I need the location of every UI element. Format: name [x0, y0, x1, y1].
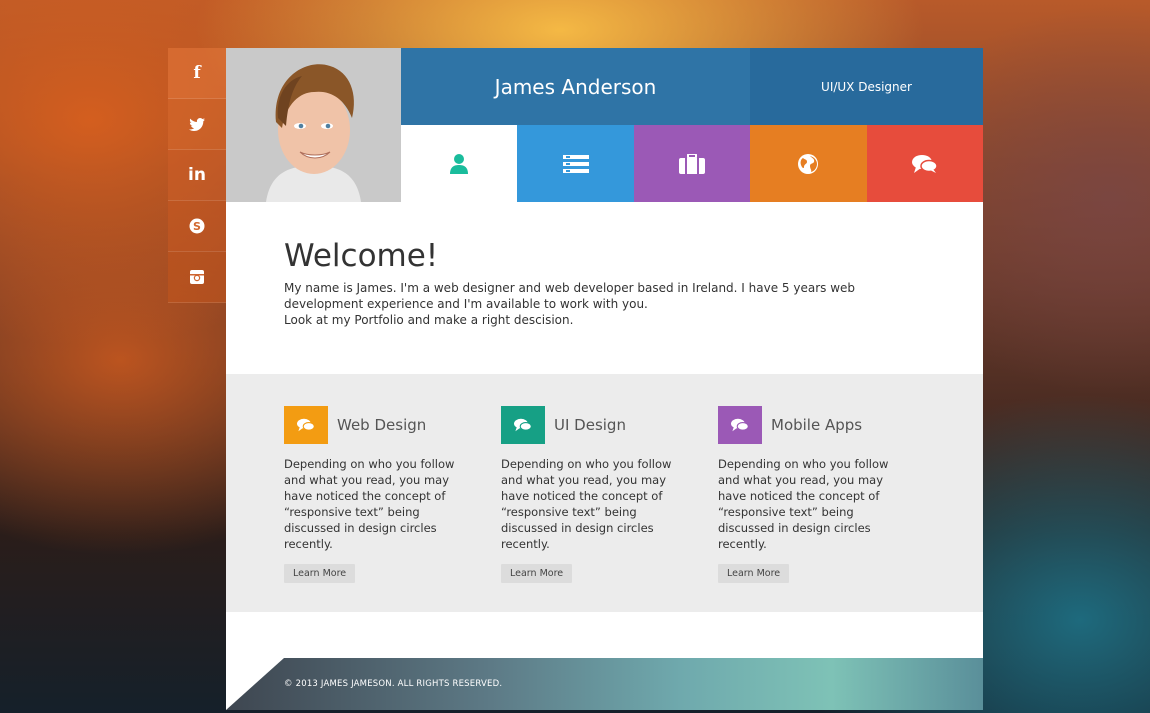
- learn-more-button[interactable]: Learn More: [284, 564, 356, 583]
- facebook-icon: f: [193, 63, 201, 83]
- svg-text:S: S: [193, 220, 201, 233]
- twitter-icon: [189, 117, 205, 131]
- services-section: Web Design Depending on who you follow a…: [226, 374, 983, 612]
- service-icon-box: [501, 406, 545, 444]
- social-sidebar: f in S: [168, 48, 226, 303]
- welcome-intro: My name is James. I'm a web designer and…: [284, 281, 856, 311]
- resume-list-icon: [562, 154, 589, 173]
- tab-resume[interactable]: [517, 125, 634, 202]
- main-card: James Anderson UI/UX Designer Welcome! M…: [226, 48, 983, 710]
- welcome-section: Welcome! My name is James. I'm a web des…: [284, 238, 904, 328]
- service-title: Mobile Apps: [771, 416, 863, 434]
- tab-portfolio[interactable]: [633, 125, 751, 202]
- learn-more-button[interactable]: Learn More: [501, 564, 573, 583]
- chat-icon: [297, 418, 315, 432]
- tab-contact[interactable]: [866, 125, 983, 202]
- linkedin-link[interactable]: in: [168, 150, 226, 201]
- chat-icon: [911, 154, 938, 173]
- facebook-link[interactable]: f: [168, 48, 226, 99]
- skype-icon: S: [189, 218, 205, 234]
- learn-more-button[interactable]: Learn More: [718, 564, 790, 583]
- service-web-design: Web Design Depending on who you follow a…: [284, 406, 469, 583]
- tab-profile[interactable]: [401, 125, 518, 202]
- profile-name: James Anderson: [401, 48, 750, 125]
- service-description: Depending on who you follow and what you…: [501, 457, 672, 551]
- service-mobile-apps: Mobile Apps Depending on who you follow …: [718, 406, 903, 583]
- profile-photo: [226, 48, 401, 202]
- instagram-icon: [190, 270, 204, 284]
- footer: © 2013 JAMES JAMESON. ALL RIGHTS RESERVE…: [226, 658, 983, 710]
- chat-icon: [514, 418, 532, 432]
- service-description: Depending on who you follow and what you…: [284, 457, 455, 551]
- chat-icon: [731, 418, 749, 432]
- tab-world[interactable]: [750, 125, 867, 202]
- service-icon-box: [718, 406, 762, 444]
- user-icon: [450, 153, 469, 174]
- profile-role: UI/UX Designer: [750, 48, 983, 125]
- skype-link[interactable]: S: [168, 201, 226, 252]
- service-title: Web Design: [337, 416, 427, 434]
- linkedin-icon: in: [188, 165, 206, 185]
- instagram-link[interactable]: [168, 252, 226, 303]
- service-icon-box: [284, 406, 328, 444]
- copyright-text: © 2013 JAMES JAMESON. ALL RIGHTS RESERVE…: [284, 679, 503, 689]
- globe-icon: [798, 153, 819, 174]
- service-description: Depending on who you follow and what you…: [718, 457, 889, 551]
- welcome-heading: Welcome!: [284, 238, 439, 274]
- service-ui-design: UI Design Depending on who you follow an…: [501, 406, 686, 583]
- twitter-link[interactable]: [168, 99, 226, 150]
- welcome-cta-text: Look at my Portfolio and make a right de…: [284, 313, 574, 327]
- service-title: UI Design: [554, 416, 626, 434]
- briefcase-icon: [678, 153, 705, 174]
- section-tabs: [401, 125, 983, 202]
